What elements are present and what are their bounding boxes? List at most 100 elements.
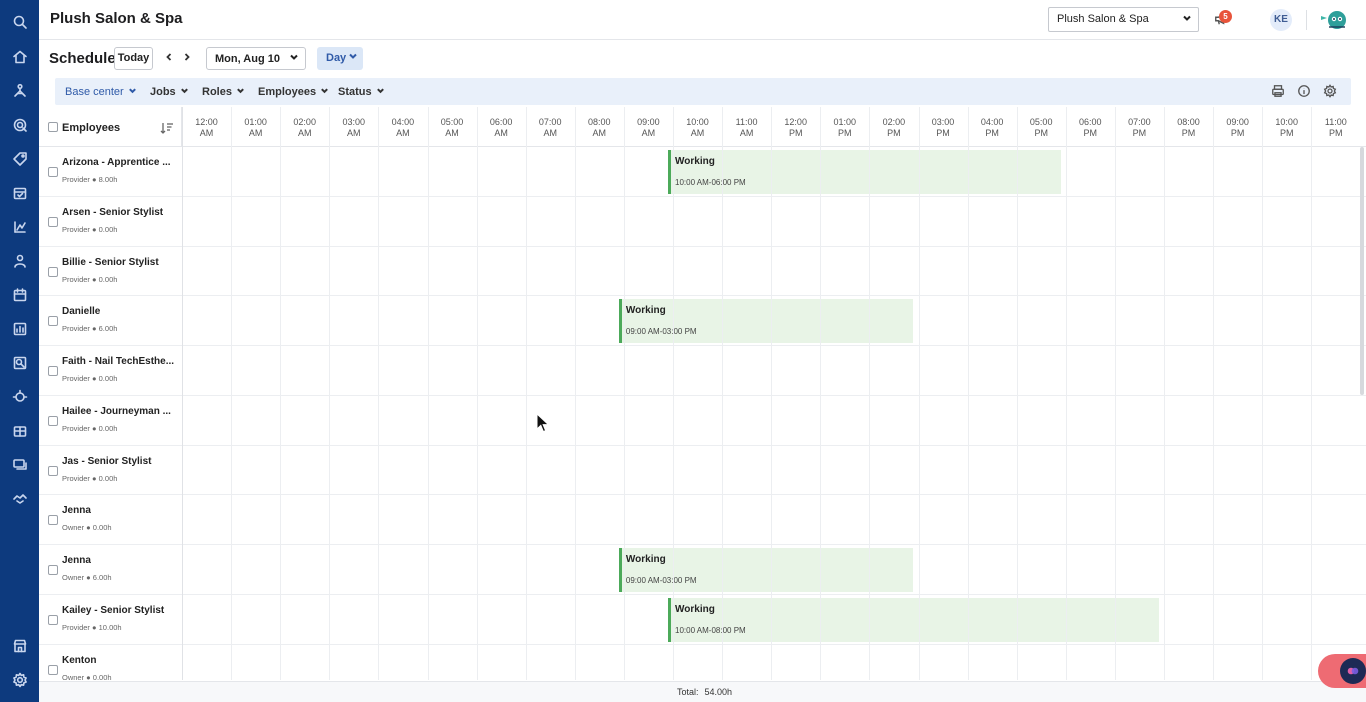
next-day-button[interactable]	[182, 51, 194, 65]
employee-name[interactable]: Arsen - Senior Stylist	[62, 207, 163, 218]
store-icon	[13, 639, 26, 652]
shift-block[interactable]: Working 10:00 AM-08:00 PM	[668, 597, 1159, 642]
employee-checkbox[interactable]	[48, 415, 58, 426]
employee-name[interactable]: Jenna	[62, 555, 91, 566]
nav-tag-button[interactable]	[10, 149, 29, 168]
employee-checkbox[interactable]	[48, 614, 58, 625]
vertical-scrollbar[interactable]	[1360, 147, 1364, 395]
employee-checkbox[interactable]	[48, 366, 58, 376]
hour-column-header: 03:00 AM	[329, 117, 378, 139]
hour-gridline	[1164, 107, 1165, 680]
chevron-left-icon	[166, 53, 172, 61]
employee-row: Jenna Owner ● 6.00h Working 09:00 AM-03:00 …	[39, 545, 1366, 595]
nav-calendar-button[interactable]	[10, 285, 29, 304]
hour-gridline	[378, 107, 380, 680]
nav-calendar-check-button[interactable]	[10, 183, 29, 202]
nav-integrations-button[interactable]	[10, 387, 29, 406]
hour-gridline	[1114, 107, 1116, 680]
filter-base-center[interactable]: Base center	[65, 86, 137, 98]
employee-name[interactable]: Danielle	[62, 306, 100, 317]
date-picker[interactable]: Mon, Aug 10	[206, 47, 306, 70]
employee-row: Kenton Owner ● 0.00h	[39, 645, 1366, 681]
nav-handshake-button[interactable]	[10, 489, 29, 508]
employee-name[interactable]: Hailee - Journeyman ...	[62, 406, 171, 417]
employee-checkbox[interactable]	[48, 465, 58, 476]
nav-clients-button[interactable]	[10, 251, 29, 270]
nav-analytics-button[interactable]	[10, 353, 29, 372]
total-value: 54.00h	[704, 687, 733, 697]
hour-period: PM	[838, 128, 852, 138]
employee-meta: Owner ● 0.00h	[62, 673, 112, 681]
shift-label: Working	[675, 156, 715, 167]
employee-checkbox[interactable]	[48, 515, 58, 526]
hour-time: 04:00	[980, 117, 1004, 127]
employee-name[interactable]: Jenna	[62, 505, 91, 516]
nav-dashboard-button[interactable]	[10, 319, 29, 338]
hour-period: AM	[297, 128, 312, 138]
nav-store-button[interactable]	[10, 636, 29, 655]
nav-reports-button[interactable]	[10, 217, 29, 236]
employee-role: Provider	[62, 622, 90, 632]
timeline-header: Employees 12:00 AM 01:00 AM 02:00 AM 03:00 AM 04…	[39, 107, 1366, 147]
nav-search-button[interactable]	[10, 12, 29, 31]
brand-logo-icon[interactable]	[1317, 8, 1351, 32]
location-select[interactable]: Plush Salon & Spa	[1048, 7, 1199, 32]
employee-checkbox[interactable]	[48, 316, 58, 327]
nav-messages-button[interactable]	[10, 455, 29, 474]
employee-name[interactable]: Kailey - Senior Stylist	[62, 605, 164, 616]
nav-rewards-button[interactable]	[10, 421, 29, 440]
nav-marketing-button[interactable]	[10, 115, 29, 134]
employee-name[interactable]: Jas - Senior Stylist	[62, 456, 151, 467]
settings-button[interactable]	[1323, 84, 1338, 99]
chat-launcher-button[interactable]	[1318, 654, 1366, 688]
hour-gridline	[820, 107, 822, 680]
hour-period: PM	[1083, 128, 1098, 138]
view-mode-select[interactable]: Day	[317, 47, 363, 70]
employee-row: Arizona - Apprentice ... Provider ● 8.00h…	[39, 147, 1366, 197]
dot-separator: ●	[89, 423, 99, 433]
employee-name[interactable]: Faith - Nail TechEsthe...	[62, 356, 174, 367]
hour-gridline	[280, 107, 282, 680]
date-picker-value: Mon, Aug 10	[215, 53, 280, 65]
clients-icon	[13, 254, 26, 268]
total-hours: Total: 54.00h	[677, 687, 732, 697]
employee-name[interactable]: Kenton	[62, 655, 96, 666]
nav-org-chart-button[interactable]	[10, 81, 29, 100]
previous-day-button[interactable]	[164, 51, 176, 65]
employee-row: Billie - Senior Stylist Provider ● 0.00h	[39, 247, 1366, 297]
employee-meta: Provider ● 6.00h	[62, 324, 117, 333]
employee-checkbox[interactable]	[48, 167, 58, 177]
org-chart-icon	[13, 83, 26, 97]
employee-checkbox[interactable]	[48, 266, 58, 277]
employee-checkbox[interactable]	[48, 565, 58, 575]
chevron-down-icon	[348, 51, 358, 64]
chevron-down-icon	[320, 86, 329, 98]
today-button[interactable]: Today	[114, 47, 153, 70]
nav-home-button[interactable]	[10, 47, 29, 66]
print-button[interactable]	[1271, 84, 1286, 99]
info-button[interactable]	[1297, 84, 1312, 99]
employee-name[interactable]: Arizona - Apprentice ...	[62, 157, 171, 168]
employee-meta: Provider ● 10.00h	[62, 623, 122, 632]
filter-employees[interactable]: Employees	[258, 86, 329, 98]
hour-column-header: 04:00 AM	[378, 117, 427, 139]
employee-name[interactable]: Billie - Senior Stylist	[62, 257, 159, 268]
app-root: Plush Salon & Spa Plush Salon & Spa 5 KE…	[0, 0, 1366, 702]
filter-roles[interactable]: Roles	[202, 86, 245, 98]
user-avatar[interactable]: KE	[1270, 9, 1292, 31]
employee-row: Arsen - Senior Stylist Provider ● 0.00h	[39, 197, 1366, 247]
filter-status[interactable]: Status	[338, 86, 385, 98]
shift-block[interactable]: Working 10:00 AM-06:00 PM	[668, 150, 1061, 194]
chevron-down-icon	[289, 52, 299, 65]
hour-time: 02:00	[882, 117, 906, 127]
sort-button[interactable]	[160, 121, 174, 134]
search-icon	[13, 15, 27, 29]
select-all-checkbox[interactable]	[48, 122, 58, 132]
employee-checkbox[interactable]	[48, 664, 58, 675]
hour-gridline	[476, 107, 478, 680]
employee-checkbox[interactable]	[48, 216, 58, 227]
filter-jobs[interactable]: Jobs	[150, 86, 189, 98]
employee-meta: Owner ● 6.00h	[62, 573, 112, 582]
hour-column-header: 09:00 AM	[624, 117, 673, 139]
nav-settings-button[interactable]	[10, 670, 29, 689]
